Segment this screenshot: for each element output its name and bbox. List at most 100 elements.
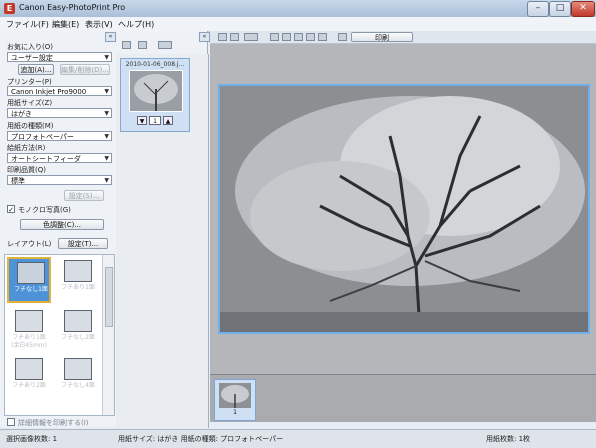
app-icon: E: [4, 3, 15, 14]
menu-file[interactable]: ファイル(F): [6, 19, 49, 30]
app-window: E Canon Easy-PhotoPrint Pro – □ ✕ ファイル(F…: [0, 0, 596, 448]
edit-delete-favorite-button[interactable]: 編集/削除(D)...: [60, 64, 110, 75]
rotate-right-icon[interactable]: [282, 33, 291, 41]
layout-caption: フチなし2面: [61, 334, 95, 341]
sheet-count: 用紙枚数: 1枚: [486, 435, 531, 443]
thumbnail-filename: 2010-01-06_008.j...: [125, 61, 185, 68]
menu-edit[interactable]: 編集(E): [52, 19, 79, 30]
monochrome-checkbox[interactable]: ✓: [7, 205, 15, 214]
preview-photo[interactable]: [218, 84, 590, 334]
layout-caption: フチあり1面 (余白45mm): [10, 334, 47, 349]
chevron-down-icon: ▼: [104, 177, 109, 184]
add-favorite-button[interactable]: 追加(A)...: [18, 64, 54, 75]
favorites-label: お気に入り(O): [7, 43, 53, 51]
layout-bordered-1-margin[interactable]: フチあり1面 (余白45mm): [7, 307, 51, 359]
tree-thumbnail: [130, 71, 182, 111]
thumbnail-area: 2010-01-06_008.j... ▼ 1 ▲: [116, 54, 209, 428]
select-all-icon[interactable]: [138, 41, 147, 49]
color-adjust-button[interactable]: 色調整(C)...: [20, 219, 104, 230]
paper-info: 用紙サイズ: はがき 用紙の種類: プロフォトペーパー: [118, 435, 284, 443]
filmstrip-number: 1: [233, 409, 237, 416]
favorites-select[interactable]: ユーザー設定 ▼: [7, 52, 112, 62]
paper-size-select[interactable]: はがき ▼: [7, 108, 112, 118]
media-type-label: 用紙の種類(M): [7, 122, 54, 130]
previous-icon[interactable]: [218, 33, 227, 41]
printer-value: Canon Inkjet Pro9000: [11, 88, 87, 96]
edit-icon[interactable]: [306, 33, 315, 41]
thumbnail-image: [129, 70, 183, 112]
feed-select[interactable]: オートシートフィーダ ▼: [7, 153, 112, 163]
rotate-left-icon[interactable]: [270, 33, 279, 41]
layout-preview: [64, 310, 92, 332]
chevron-down-icon: ▼: [104, 88, 109, 95]
layout-preview: [17, 262, 45, 284]
next-icon[interactable]: [230, 33, 239, 41]
print-info-checkbox[interactable]: [7, 418, 15, 426]
media-type-select[interactable]: プロフォトペーパー ▼: [7, 131, 112, 141]
layout-scrollbar[interactable]: [102, 255, 114, 415]
sort-icon[interactable]: [122, 41, 131, 49]
thumbnail-card[interactable]: 2010-01-06_008.j... ▼ 1 ▲: [120, 58, 190, 132]
quality-settings-button[interactable]: 設定(S)...: [64, 190, 104, 201]
printer-select[interactable]: Canon Inkjet Pro9000 ▼: [7, 86, 112, 96]
selected-count: 選択画像枚数: 1: [6, 435, 58, 443]
layout-settings-button[interactable]: 設定(T)...: [58, 238, 108, 249]
printer-icon[interactable]: [338, 33, 347, 41]
filmstrip-item[interactable]: 1: [214, 379, 256, 421]
print-preview: [210, 44, 596, 374]
preview-pane: 印刷 1: [210, 31, 596, 427]
collapse-settings-icon[interactable]: «: [105, 32, 116, 42]
quality-label: 印刷品質(Q): [7, 166, 46, 174]
close-button[interactable]: ✕: [571, 1, 595, 17]
layout-borderless-2[interactable]: フチなし2面: [56, 307, 100, 353]
menu-view[interactable]: 表示(V): [85, 19, 113, 30]
zoom-icon[interactable]: [244, 33, 258, 41]
layout-borderless-1[interactable]: フチなし1面: [7, 257, 51, 303]
filmstrip: 1: [210, 374, 596, 422]
layout-preview: [64, 358, 92, 380]
layout-caption: フチなし4面: [61, 382, 95, 389]
chevron-down-icon: ▼: [104, 110, 109, 117]
snowy-tree-photo: [220, 86, 588, 332]
quality-select[interactable]: 標準 ▼: [7, 175, 112, 185]
window-title: Canon Easy-PhotoPrint Pro: [19, 3, 126, 12]
preview-toolbar: 印刷: [210, 31, 596, 44]
layout-borderless-4[interactable]: フチなし4面: [56, 355, 100, 401]
paper-size-label: 用紙サイズ(Z): [7, 99, 53, 107]
layout-scroll-thumb[interactable]: [105, 267, 113, 327]
layout-bordered-1[interactable]: フチあり1面: [56, 257, 100, 303]
increase-copies-button[interactable]: ▲: [163, 116, 173, 125]
favorites-value: ユーザー設定: [11, 54, 53, 62]
layout-preview: [15, 358, 43, 380]
feed-value: オートシートフィーダ: [11, 155, 81, 163]
monochrome-label: モノクロ写真(G): [18, 206, 71, 214]
layout-label: レイアウト(L): [7, 240, 52, 248]
tree-mini: [219, 383, 251, 408]
feed-label: 給紙方法(R): [7, 144, 46, 152]
quality-value: 標準: [11, 177, 25, 185]
filmstrip-image: [219, 383, 251, 408]
minimize-button[interactable]: –: [527, 1, 549, 17]
maximize-button[interactable]: □: [549, 1, 571, 17]
chevron-down-icon: ▼: [104, 54, 109, 61]
title-bar: E Canon Easy-PhotoPrint Pro – □ ✕: [0, 0, 596, 18]
status-bar: 選択画像枚数: 1 用紙サイズ: はがき 用紙の種類: プロフォトペーパー 用紙…: [0, 429, 596, 448]
layout-caption: フチあり2面: [12, 382, 46, 389]
menu-help[interactable]: ヘルプ(H): [118, 19, 154, 30]
media-type-value: プロフォトペーパー: [11, 133, 74, 141]
chevron-down-icon: ▼: [104, 155, 109, 162]
layout-list: フチなし1面 フチあり1面 フチあり1面 (余白45mm) フチなし2面 フチあ…: [4, 254, 115, 416]
thumbnail-toolbar: [116, 38, 208, 53]
chevron-down-icon: ▼: [104, 133, 109, 140]
view-mode-icon[interactable]: [158, 41, 172, 49]
layout-bordered-2[interactable]: フチあり2面: [7, 355, 51, 401]
menu-bar: ファイル(F) 編集(E) 表示(V) ヘルプ(H): [0, 17, 596, 32]
layout-preview: [15, 310, 43, 332]
layout-caption: フチあり1面: [61, 284, 95, 291]
copy-icon[interactable]: [318, 33, 327, 41]
layout-preview: [64, 260, 92, 282]
crop-icon[interactable]: [294, 33, 303, 41]
copies-value[interactable]: 1: [149, 116, 161, 125]
decrease-copies-button[interactable]: ▼: [137, 116, 147, 125]
print-button[interactable]: 印刷: [351, 32, 413, 42]
